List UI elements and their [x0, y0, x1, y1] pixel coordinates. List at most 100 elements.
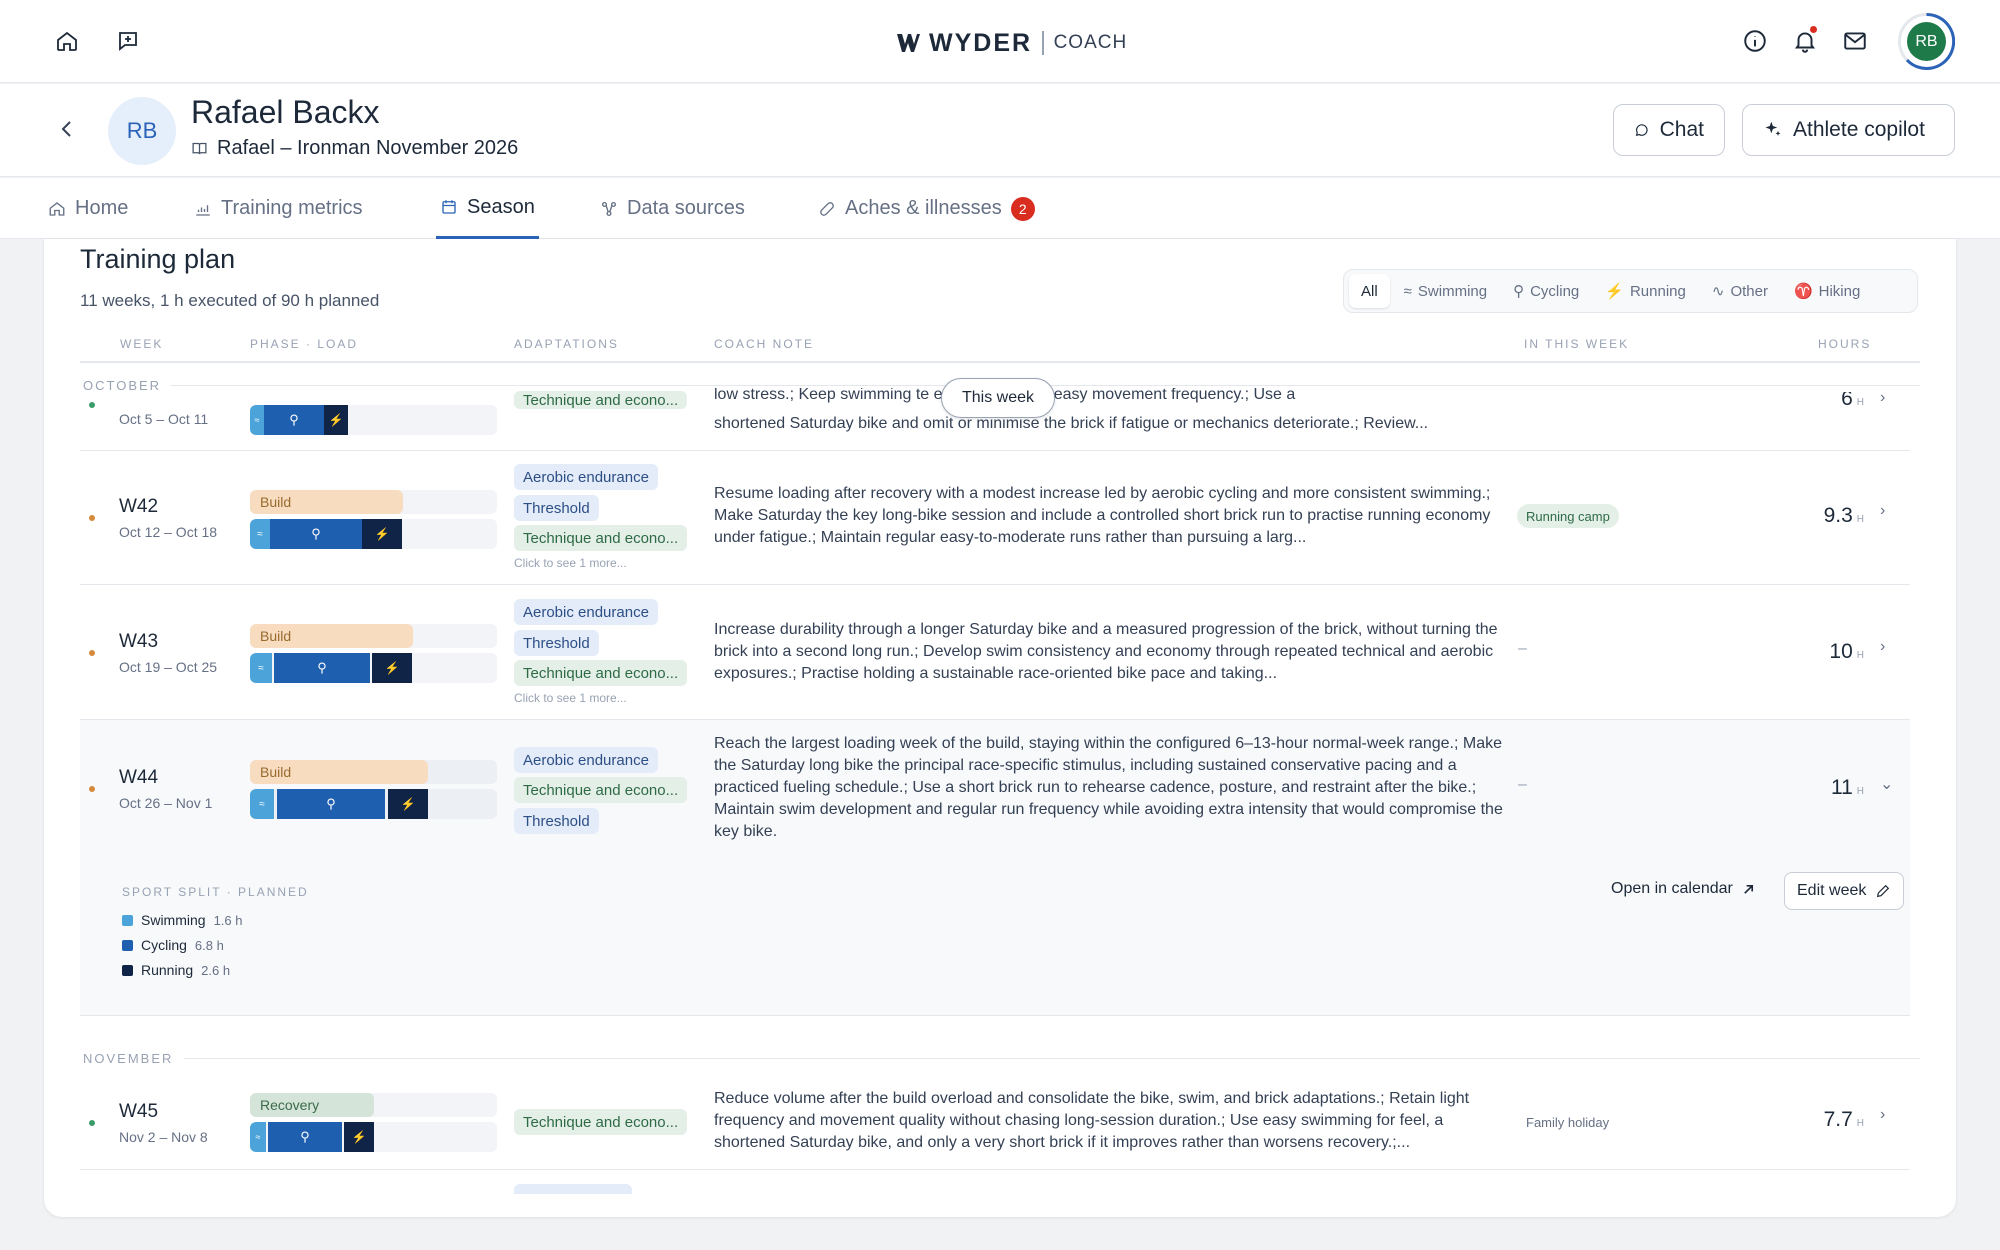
- chevron-down-icon[interactable]: ⌄: [1880, 774, 1893, 794]
- chat-bubble-icon: [1635, 124, 1648, 137]
- home-icon: [49, 201, 65, 216]
- hours-value: 9.3: [1823, 504, 1853, 527]
- adaptation-chip[interactable]: Aerobic endurance: [514, 599, 658, 625]
- load-bar: ≈ ⚲ ⚡: [250, 789, 497, 819]
- see-more-link[interactable]: Click to see 1 more...: [514, 556, 627, 570]
- notifications-icon[interactable]: [1790, 26, 1820, 56]
- tab-aches-illnesses[interactable]: Aches & illnesses 2: [818, 178, 1035, 239]
- adaptation-chip[interactable]: Threshold: [514, 495, 599, 521]
- user-avatar[interactable]: RB: [1898, 13, 1955, 70]
- chevron-right-icon[interactable]: ›: [1880, 502, 1885, 520]
- edit-week-label: Edit week: [1797, 882, 1867, 899]
- athlete-copilot-button[interactable]: Athlete copilot: [1742, 104, 1955, 156]
- athlete-copilot-label: Athlete copilot: [1793, 118, 1925, 141]
- week-dates: Oct 19 – Oct 25: [119, 659, 218, 675]
- tab-season-label: Season: [467, 195, 535, 218]
- phase-label: Build: [250, 624, 413, 648]
- tab-home[interactable]: Home: [48, 178, 128, 239]
- next-row-chip-partial: [514, 1184, 632, 1194]
- hours-unit: H: [1856, 786, 1864, 797]
- column-phase-load: PHASE · LOAD: [250, 337, 359, 351]
- row-divider: [80, 719, 1910, 720]
- adaptation-chip[interactable]: Threshold: [514, 808, 599, 834]
- open-in-calendar-label: Open in calendar: [1611, 880, 1733, 897]
- run-segment: ⚡: [344, 1122, 374, 1152]
- week-number: W44: [119, 767, 159, 788]
- other-icon: ∿: [1711, 283, 1725, 300]
- info-icon[interactable]: [1740, 26, 1770, 56]
- aches-count-badge: 2: [1010, 196, 1035, 221]
- filter-hiking[interactable]: ♈ Hiking: [1782, 274, 1872, 308]
- new-message-icon[interactable]: [113, 26, 143, 56]
- training-plan-title: Training plan: [80, 244, 236, 274]
- this-week-pill[interactable]: This week: [941, 378, 1056, 418]
- chevron-right-icon[interactable]: ›: [1880, 1106, 1885, 1124]
- open-in-calendar-link[interactable]: Open in calendar: [1611, 880, 1755, 898]
- week-hours: 10 H: [1744, 640, 1864, 664]
- swim-segment: ≈: [250, 653, 272, 683]
- adaptation-chip[interactable]: Threshold: [514, 630, 599, 656]
- load-bar: ≈ ⚲ ⚡: [250, 653, 497, 683]
- in-week-tag: Running camp: [1517, 504, 1619, 528]
- phase-bar: Build: [250, 760, 497, 784]
- column-week: WEEK: [120, 337, 164, 351]
- adaptation-chip[interactable]: Technique and econo...: [514, 391, 688, 409]
- swimming-swatch: [122, 914, 133, 926]
- filter-other-label: Other: [1730, 282, 1768, 300]
- adaptation-chip[interactable]: Aerobic endurance: [514, 464, 658, 490]
- coach-note: Resume loading after recovery with a mod…: [714, 485, 1491, 546]
- training-plan-summary: 11 weeks, 1 h executed of 90 h planned: [80, 291, 380, 310]
- chevron-right-icon[interactable]: ›: [1880, 638, 1885, 656]
- status-dot: [89, 515, 95, 521]
- phase-bar: Recovery: [250, 1093, 497, 1117]
- brand-logo[interactable]: WYDER COACH: [895, 26, 1127, 60]
- pencil-icon: [1877, 884, 1890, 898]
- tab-data-sources-label: Data sources: [627, 197, 745, 219]
- see-more-link[interactable]: Click to see 1 more...: [514, 691, 627, 705]
- row-divider: [80, 450, 1910, 451]
- status-dot: [89, 402, 95, 408]
- hours-unit: H: [1856, 514, 1864, 525]
- sport-name: Running: [141, 962, 194, 978]
- adaptation-chip[interactable]: Technique and econo...: [514, 777, 688, 803]
- filter-hiking-label: Hiking: [1818, 282, 1861, 300]
- run-segment: ⚡: [324, 405, 348, 435]
- coach-note: shortened Saturday bike and omit or mini…: [714, 415, 1429, 432]
- load-bar: ≈ ⚲ ⚡: [250, 519, 497, 549]
- edit-week-button[interactable]: Edit week: [1784, 872, 1905, 910]
- arrow-up-right-icon: [1744, 884, 1753, 894]
- row-divider: [80, 1169, 1910, 1170]
- cycling-swatch: [122, 939, 133, 951]
- adaptation-chip[interactable]: Technique and econo...: [514, 525, 688, 551]
- filter-running[interactable]: ⚡ Running: [1593, 274, 1698, 308]
- swim-segment: ≈: [250, 519, 270, 549]
- training-plan-card: Training plan 11 weeks, 1 h executed of …: [44, 239, 1956, 1217]
- back-arrow-icon[interactable]: [58, 118, 76, 145]
- adaptation-chip[interactable]: Technique and econo...: [514, 1109, 688, 1135]
- tab-season[interactable]: Season: [436, 178, 539, 239]
- filter-swimming[interactable]: ≈ Swimming: [1392, 274, 1499, 308]
- tab-data-sources[interactable]: Data sources: [600, 178, 745, 239]
- tab-training-metrics[interactable]: Training metrics: [194, 178, 363, 239]
- month-divider: [184, 1058, 1920, 1059]
- phase-bar: Build: [250, 490, 497, 514]
- chat-button[interactable]: Chat: [1613, 104, 1725, 156]
- athlete-plan[interactable]: Rafael – Ironman November 2026: [191, 137, 518, 160]
- coach-note: Reduce volume after the build overload a…: [714, 1090, 1470, 1151]
- swimming-icon: ≈: [1403, 282, 1412, 300]
- mail-icon[interactable]: [1840, 26, 1870, 56]
- athlete-header: RB Rafael Backx Rafael – Ironman Novembe…: [0, 84, 2000, 177]
- filter-other[interactable]: ∿ Other: [1700, 274, 1780, 308]
- run-segment: ⚡: [388, 789, 428, 819]
- filter-all[interactable]: All: [1349, 274, 1390, 308]
- home-icon[interactable]: [52, 26, 82, 56]
- adaptation-chip[interactable]: Technique and econo...: [514, 660, 688, 686]
- phase-label: Build: [250, 490, 403, 514]
- week-hours: 6H: [1744, 392, 1864, 410]
- column-in-this-week: IN THIS WEEK: [1524, 337, 1630, 351]
- filter-cycling[interactable]: ⚲ Cycling: [1501, 274, 1591, 308]
- chevron-right-icon[interactable]: ›: [1880, 389, 1885, 407]
- brand-name: WYDER: [929, 28, 1033, 57]
- adaptation-chip[interactable]: Aerobic endurance: [514, 747, 658, 773]
- load-bar: ≈ ⚲ ⚡: [250, 1122, 497, 1152]
